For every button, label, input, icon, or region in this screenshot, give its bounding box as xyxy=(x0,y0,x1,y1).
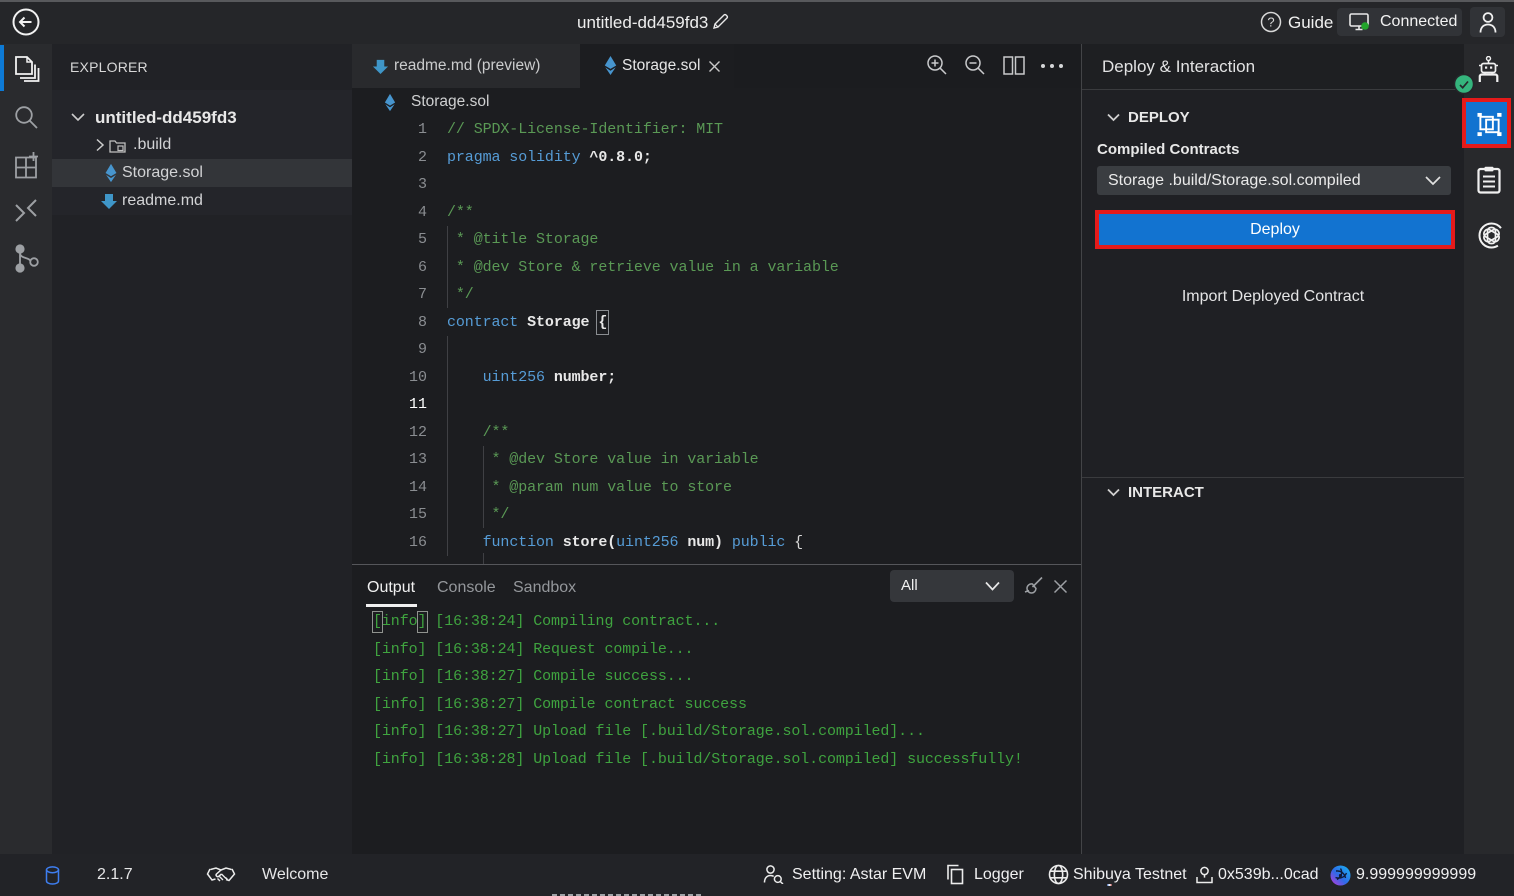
svg-text:?: ? xyxy=(1267,15,1274,30)
